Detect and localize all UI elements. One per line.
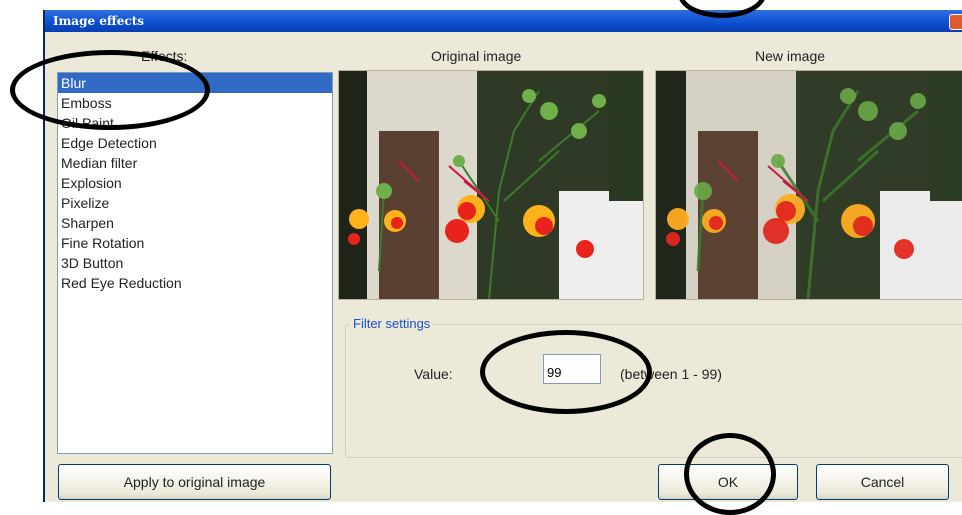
effect-item-fine-rotation[interactable]: Fine Rotation <box>58 233 332 253</box>
original-image <box>338 70 644 300</box>
original-image-header: Original image <box>431 48 522 64</box>
effect-item-3d-button[interactable]: 3D Button <box>58 253 332 273</box>
annotation-circle-effect <box>10 50 210 130</box>
cancel-button[interactable]: Cancel <box>816 464 949 500</box>
new-image <box>655 70 962 300</box>
title-bar[interactable]: Image effects <box>45 10 962 32</box>
annotation-circle-ok <box>684 433 776 515</box>
filter-settings-legend: Filter settings <box>350 316 434 331</box>
effect-item-pixelize[interactable]: Pixelize <box>58 193 332 213</box>
apply-to-original-button[interactable]: Apply to original image <box>58 464 331 500</box>
window-title: Image effects <box>53 14 145 28</box>
filter-settings-group <box>345 324 962 458</box>
effect-item-red-eye-reduction[interactable]: Red Eye Reduction <box>58 273 332 293</box>
value-label: Value: <box>414 366 453 382</box>
close-icon[interactable] <box>949 14 962 30</box>
effect-item-sharpen[interactable]: Sharpen <box>58 213 332 233</box>
effect-item-median-filter[interactable]: Median filter <box>58 153 332 173</box>
annotation-circle-value <box>480 330 652 414</box>
effect-item-edge-detection[interactable]: Edge Detection <box>58 133 332 153</box>
effect-item-explosion[interactable]: Explosion <box>58 173 332 193</box>
new-image-header: New image <box>755 48 826 64</box>
